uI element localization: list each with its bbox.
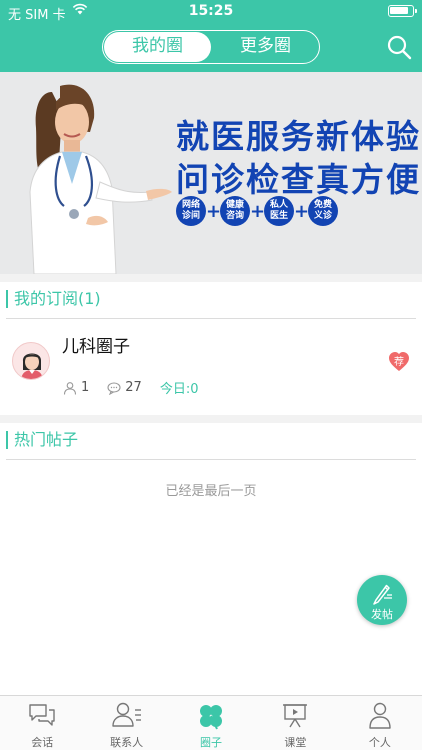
hot-posts-section: 热门帖子 已经是最后一页 [0,423,422,695]
new-post-label: 发帖 [371,608,393,621]
today-count: 今日:0 [159,382,199,397]
tab-chat[interactable]: 会话 [0,696,84,750]
tab-circles-label: 圈子 [200,736,223,749]
contacts-icon [111,702,141,727]
plus-sign: + [294,200,310,222]
status-bar: 无 SIM 卡 15:25 [0,0,422,23]
tab-contacts-label: 联系人 [110,736,144,749]
tab-profile[interactable]: 个人 [338,696,422,750]
tab-chat-label: 会话 [31,736,54,749]
tab-contacts[interactable]: 联系人 [84,696,168,750]
banner-service-badges: 网络 诊间 + 健康 咨询 + 私人 医生 + 免费 义诊 [176,196,338,226]
promo-banner[interactable]: 就医服务新体验 问诊检查真方便 网络 诊间 + 健康 咨询 + 私人 医生 + 免费义… [0,72,422,274]
member-count: 1 [81,380,90,395]
post-count: 27 [125,380,142,395]
plus-sign: + [250,200,266,222]
banner-headline-1: 就医服务新体验 [176,117,421,156]
hot-posts-title: 热门帖子 [6,431,78,449]
new-post-button[interactable]: 发帖 [357,575,407,625]
recommend-badge: 荐 [388,350,410,372]
divider [6,459,416,460]
end-of-list-text: 已经是最后一页 [165,484,257,499]
bottom-tab-bar: 会话 联系人 圈子 课堂 个人 [0,695,422,750]
circle-name: 儿科圈子 [62,337,130,357]
circle-stats: 1 27 今日:0 [63,378,198,397]
tab-more-circles[interactable]: 更多圈 [212,31,319,63]
tab-classroom-label: 课堂 [284,736,307,749]
presentation-icon [283,704,308,728]
divider [6,318,416,319]
tab-classroom[interactable]: 课堂 [253,696,337,750]
badge-health-consult: 健康 咨询 [220,196,250,226]
clock: 15:25 [188,3,234,19]
badge-free-clinic: 免费 义诊 [308,196,338,226]
badge-online-clinic: 网络 诊间 [176,196,206,226]
member-icon [63,381,77,395]
battery-icon [388,5,417,17]
tab-my-circles[interactable]: 我的圈 [104,32,211,62]
comment-icon [107,381,121,395]
chat-icon [29,704,55,726]
doctor-illustration [29,84,172,274]
plus-sign: + [206,200,222,222]
banner-headline-2: 问诊检查真方便 [176,160,421,199]
badge-private-doctor: 私人 医生 [264,196,294,226]
subscriptions-section: 我的订阅(1) 儿科圈子 1 27 今日:0 荐 [0,282,422,415]
circle-segment-control: 我的圈 更多圈 [102,30,320,64]
tab-profile-label: 个人 [368,736,391,749]
pen-icon [373,584,392,605]
subscriptions-title: 我的订阅(1) [6,290,101,308]
tab-circles[interactable]: 圈子 [169,696,253,750]
search-icon[interactable] [386,34,412,60]
avatar [12,342,50,380]
clover-icon [200,705,223,730]
app-header: 无 SIM 卡 15:25 我的圈 更多圈 [0,0,422,72]
list-item[interactable]: 儿科圈子 1 27 今日:0 荐 [0,320,422,415]
person-icon [369,702,391,729]
